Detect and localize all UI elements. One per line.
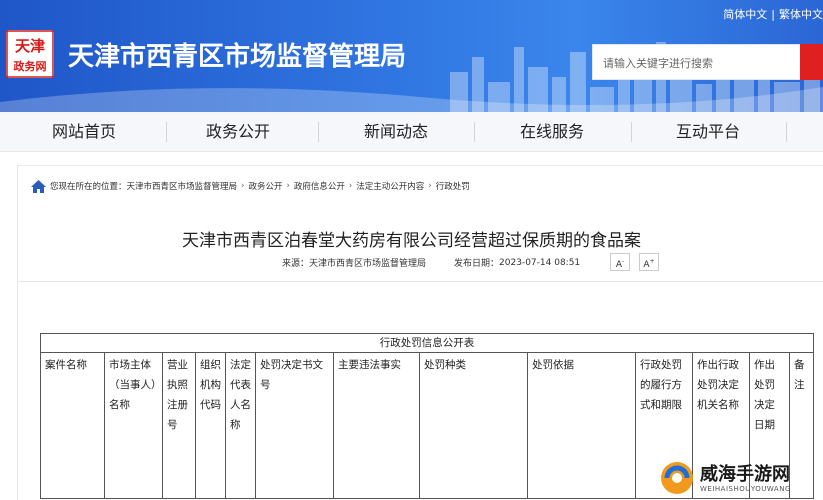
breadcrumb-arrow-icon: › [348, 181, 353, 191]
watermark-subtext: WEIHAISHOUYOUWANG [700, 485, 791, 493]
nav-item-interaction[interactable]: 互动平台 [648, 112, 768, 152]
watermark-text: 威海手游网 [700, 464, 790, 485]
breadcrumb-item[interactable]: 政府信息公开 [294, 180, 345, 192]
article-title: 天津市西青区泊春堂大药房有限公司经营超过保质期的食品案 [182, 231, 641, 251]
nav-separator [786, 122, 787, 142]
breadcrumb-item[interactable]: 政务公开 [248, 180, 282, 192]
watermark-logo-icon [661, 462, 693, 494]
main-nav: 网站首页 政务公开 新闻动态 在线服务 互动平台 [0, 112, 823, 152]
table-header-cell: 处罚决定书文号 [255, 352, 334, 499]
nav-separator [166, 122, 167, 142]
table-header-cell: 法定代表人名称 [225, 352, 256, 499]
nav-item-news[interactable]: 新闻动态 [336, 112, 456, 152]
content-divider [17, 281, 823, 282]
language-switcher: 简体中文 | 繁体中文 [723, 6, 823, 22]
table-caption: 行政处罚信息公开表 [40, 333, 814, 353]
site-title[interactable]: 天津市西青区市场监督管理局 [68, 36, 406, 73]
table-header-cell: 主要违法事实 [333, 352, 420, 499]
date-value: 2023-07-14 08:51 [499, 257, 581, 268]
table-header-cell: 市场主体（当事人）名称 [104, 352, 163, 499]
nav-separator [631, 122, 632, 142]
breadcrumb: 您现在所在的位置： 天津市西青区市场监督管理局 › 政务公开 › 政府信息公开 … [30, 178, 470, 194]
table-header-cell: 营业执照注册号 [162, 352, 196, 499]
breadcrumb-arrow-icon: › [241, 181, 245, 191]
breadcrumb-arrow-icon: › [286, 181, 290, 191]
svg-text:政务网: 政务网 [14, 59, 47, 73]
site-logo[interactable]: 天津 政务网 [6, 30, 54, 78]
article-meta: 来源： 天津市西青区市场监督管理局 发布日期： 2023-07-14 08:51 [282, 256, 581, 270]
date-label: 发布日期： [454, 259, 500, 269]
table-header-cell: 处罚依据 [527, 352, 636, 499]
source-value: 天津市西青区市场监督管理局 [309, 259, 427, 269]
table-header-cell: 处罚种类 [419, 352, 528, 499]
table-header-cell: 组织机构代码 [195, 352, 226, 499]
home-icon [31, 179, 46, 193]
lang-simplified-link[interactable]: 简体中文 [723, 8, 767, 21]
table-header-cell: 案件名称 [40, 352, 105, 499]
breadcrumb-item[interactable]: 天津市西青区市场监督管理局 [127, 180, 238, 192]
nav-item-online-services[interactable]: 在线服务 [492, 112, 612, 152]
nav-item-home[interactable]: 网站首页 [24, 112, 144, 152]
nav-separator [318, 122, 319, 142]
breadcrumb-item[interactable]: 行政处罚 [436, 180, 470, 192]
logo-emblem-icon: 天津 政务网 [6, 30, 54, 78]
svg-text:天津: 天津 [15, 37, 45, 55]
search-button[interactable] [800, 44, 823, 80]
breadcrumb-prefix: 您现在所在的位置： [50, 182, 127, 192]
lang-traditional-link[interactable]: 繁体中文 [779, 8, 823, 21]
site-watermark: 威海手游网 WEIHAISHOUYOUWANG [658, 455, 823, 500]
nav-separator [474, 122, 475, 142]
search-input[interactable]: 请输入关键字进行搜索 [592, 44, 802, 80]
breadcrumb-item[interactable]: 法定主动公开内容 [356, 180, 424, 192]
font-decrease-button[interactable]: A- [610, 253, 630, 271]
breadcrumb-arrow-icon: › [428, 181, 432, 191]
font-increase-button[interactable]: A+ [639, 253, 659, 271]
lang-separator: | [771, 8, 775, 21]
source-label: 来源： [282, 259, 310, 269]
header-banner: 天津 政务网 天津市西青区市场监督管理局 简体中文 | 繁体中文 请输入关键字进行搜… [0, 0, 823, 112]
nav-item-government-affairs[interactable]: 政务公开 [178, 112, 298, 152]
